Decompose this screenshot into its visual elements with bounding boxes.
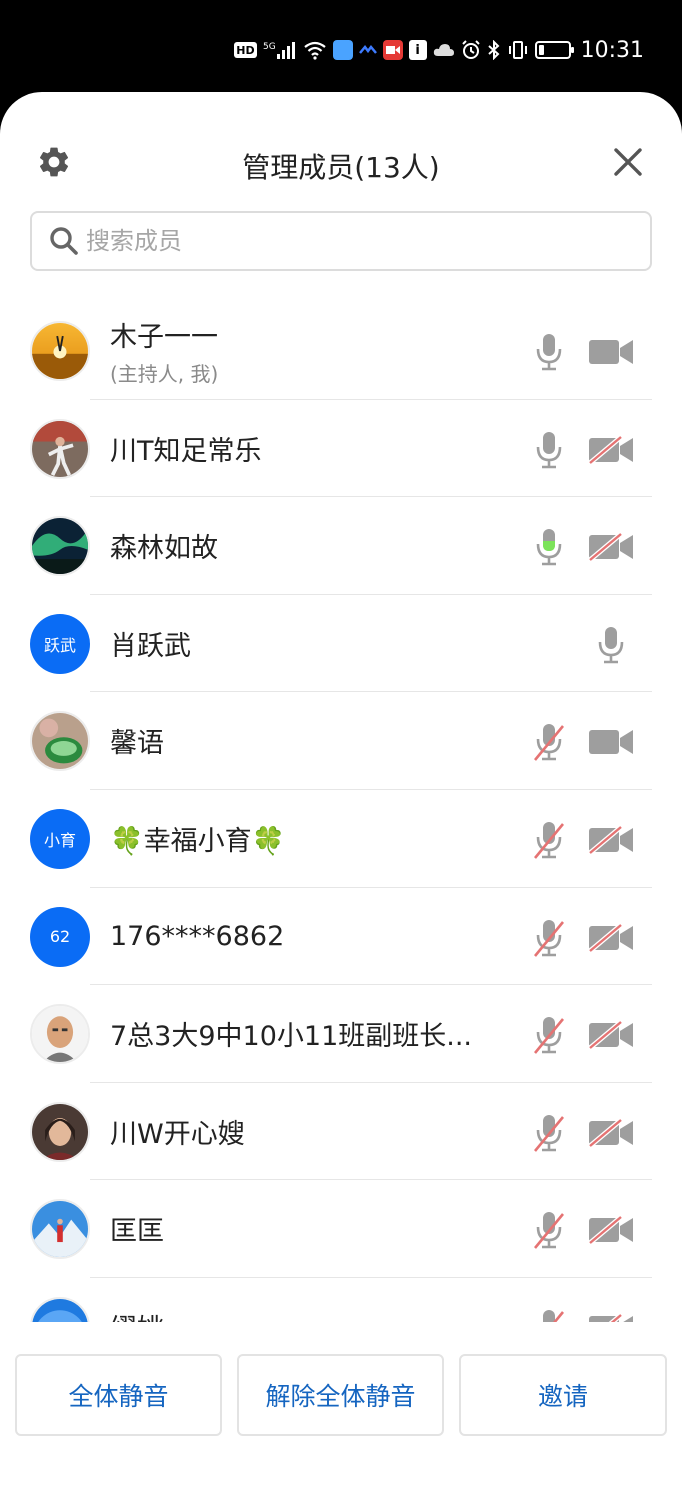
mic-icon[interactable]: [532, 527, 566, 567]
svg-text:5G: 5G: [263, 42, 276, 52]
member-row[interactable]: 川T知足常乐: [0, 400, 682, 498]
avatar: 跃武: [30, 613, 90, 674]
member-info: 木子一一 (主持人, 我): [110, 302, 505, 399]
member-name: 缪姚: [110, 1307, 505, 1322]
member-row[interactable]: 小育 🍀幸福小育🍀: [0, 790, 682, 888]
sheet-header: 管理成员(13人): [0, 132, 682, 192]
search-input[interactable]: [86, 227, 606, 255]
manage-members-sheet: 管理成员(13人) 木子一一 (主持人, 我) 川T知足常乐森林如故跃武肖跃武馨语小…: [0, 92, 682, 1500]
mute-all-button[interactable]: 全体静音: [15, 1354, 222, 1436]
member-name: 肖跃武: [110, 630, 191, 662]
member-row[interactable]: 木子一一 (主持人, 我): [0, 302, 682, 400]
member-name: 川W开心嫂: [110, 1118, 245, 1150]
avatar: [30, 711, 90, 772]
member-name: 匡匡: [110, 1216, 164, 1248]
member-info: 缪姚: [110, 1278, 505, 1322]
member-row[interactable]: 7总3大9中10小11班副班长...: [0, 985, 682, 1083]
hd-icon: HD: [234, 42, 257, 58]
status-icons: HD 5G i 10:31: [234, 36, 644, 64]
camera-off-icon[interactable]: [588, 434, 634, 465]
camera-off-icon[interactable]: [588, 825, 634, 855]
close-icon[interactable]: [612, 146, 644, 178]
member-row[interactable]: 匡匡: [0, 1180, 682, 1278]
cloud-icon: [433, 40, 455, 60]
member-info: 森林如故: [110, 497, 505, 594]
member-name: 馨语: [110, 728, 164, 760]
signal-icon: 5G: [263, 40, 297, 60]
camera-off-icon[interactable]: [588, 1215, 634, 1246]
member-row[interactable]: 馨语: [0, 692, 682, 790]
alarm-icon: [461, 40, 481, 60]
wifi-icon: [303, 40, 327, 60]
app-notification-icon: [332, 40, 353, 60]
avatar: 62: [30, 906, 90, 967]
member-info: 176****6862: [110, 888, 505, 985]
mic-muted-icon[interactable]: [532, 1308, 566, 1322]
member-name: 森林如故: [110, 533, 218, 565]
search-box[interactable]: [30, 211, 652, 271]
member-list[interactable]: 木子一一 (主持人, 我) 川T知足常乐 森林如故跃武 肖跃武馨语小育 🍀幸福小育🍀 62 1…: [0, 302, 682, 1322]
member-name: 川T知足常乐: [110, 435, 262, 467]
member-name: 7总3大9中10小11班副班长...: [110, 1021, 472, 1053]
member-row[interactable]: 缪姚: [0, 1278, 682, 1322]
member-info: 🍀幸福小育🍀: [110, 790, 505, 887]
mic-muted-icon[interactable]: [532, 1015, 566, 1055]
camera-off-icon[interactable]: [588, 922, 634, 953]
member-row[interactable]: 跃武 肖跃武: [0, 595, 682, 693]
bluetooth-icon: [487, 40, 501, 60]
action-bar: 全体静音 解除全体静音 邀请: [0, 1334, 682, 1500]
mic-muted-icon[interactable]: [532, 1210, 566, 1250]
camera-icon[interactable]: [588, 338, 634, 366]
invite-button[interactable]: 邀请: [459, 1354, 667, 1436]
battery-icon: [534, 41, 574, 59]
avatar: [30, 1199, 90, 1260]
member-role: (主持人, 我): [110, 361, 219, 386]
info-app-icon: i: [408, 40, 427, 60]
member-row[interactable]: 森林如故: [0, 497, 682, 595]
mic-icon[interactable]: [594, 625, 628, 665]
camera-icon[interactable]: [588, 728, 634, 756]
mic-icon[interactable]: [532, 430, 566, 470]
avatar: [30, 1296, 90, 1322]
member-name: 木子一一: [110, 321, 218, 353]
avatar: 小育: [30, 808, 90, 869]
member-row[interactable]: 62 176****6862: [0, 888, 682, 986]
page-title: 管理成员(13人): [242, 151, 440, 184]
camera-off-icon[interactable]: [588, 1313, 634, 1322]
member-info: 川T知足常乐: [110, 400, 505, 497]
avatar: [30, 1101, 90, 1162]
status-bar: HD 5G i 10:31: [0, 0, 682, 92]
unmute-all-button[interactable]: 解除全体静音: [237, 1354, 444, 1436]
search-icon: [50, 227, 78, 255]
avatar: [30, 321, 90, 381]
mic-icon[interactable]: [532, 332, 566, 372]
member-name: 176****6862: [110, 920, 285, 952]
avatar: [30, 418, 90, 479]
member-info: 肖跃武: [110, 595, 505, 692]
camera-off-icon[interactable]: [588, 1117, 634, 1148]
avatar: [30, 1004, 90, 1065]
member-info: 7总3大9中10小11班副班长...: [110, 985, 505, 1082]
member-name: 🍀幸福小育🍀: [110, 825, 286, 857]
mic-muted-icon[interactable]: [532, 820, 566, 860]
member-row[interactable]: 川W开心嫂: [0, 1083, 682, 1181]
mic-muted-icon[interactable]: [532, 722, 566, 762]
mic-muted-icon[interactable]: [532, 918, 566, 958]
video-app-icon: [382, 40, 403, 60]
mic-muted-icon[interactable]: [532, 1113, 566, 1153]
camera-off-icon[interactable]: [588, 1020, 634, 1051]
member-info: 馨语: [110, 692, 505, 789]
avatar: [30, 516, 90, 577]
status-time: 10:31: [580, 37, 644, 63]
vibrate-icon: [507, 40, 529, 60]
member-info: 匡匡: [110, 1180, 505, 1277]
member-info: 川W开心嫂: [110, 1083, 505, 1180]
camera-off-icon[interactable]: [588, 532, 634, 563]
app-arrow-icon: [358, 40, 377, 60]
battery-fill: [538, 45, 545, 55]
